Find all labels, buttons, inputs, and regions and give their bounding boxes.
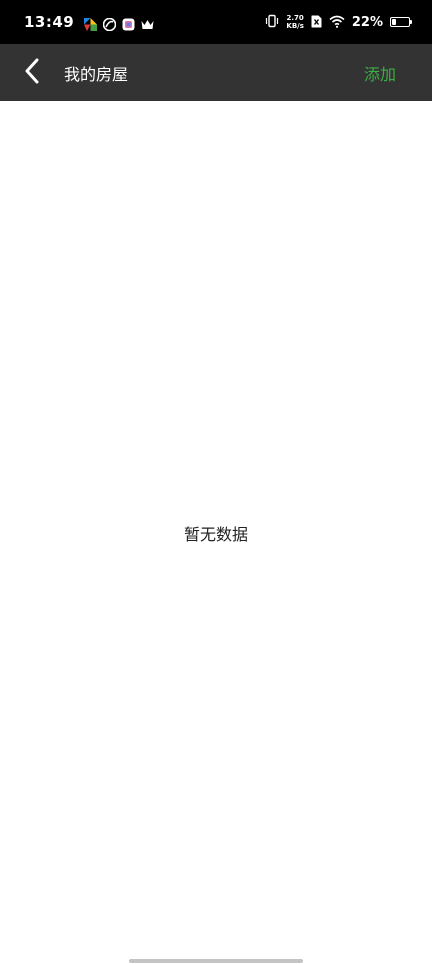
net-speed-unit: KB/s [286, 22, 304, 30]
app-badge-icon [122, 16, 135, 30]
battery-percent: 22% [351, 14, 383, 30]
app-bar: 我的房屋 添加 [0, 44, 432, 101]
no-sim-icon [311, 13, 322, 32]
battery-fill [392, 19, 396, 25]
status-bar: 13:49 2.70 KB/s 22% [0, 0, 432, 44]
add-button[interactable]: 添加 [364, 61, 396, 85]
vibrate-icon [265, 13, 279, 32]
back-button[interactable] [4, 44, 60, 101]
wifi-icon [329, 13, 345, 32]
network-speed: 2.70 KB/s [286, 14, 303, 30]
swirl-icon [102, 16, 117, 31]
crown-icon [141, 16, 154, 29]
status-time: 13:49 [24, 13, 75, 31]
status-right: 2.70 KB/s 22% [265, 13, 412, 32]
back-arrow-icon [24, 58, 40, 88]
net-speed-value: 2.70 [286, 14, 304, 22]
home-indicator[interactable] [129, 959, 303, 963]
tangram-icon [84, 16, 98, 31]
status-left: 13:49 [24, 13, 154, 31]
house-list: 暂无数据 [0, 101, 432, 964]
battery-icon [390, 17, 412, 27]
empty-state-message: 暂无数据 [183, 525, 248, 544]
page-title: 我的房屋 [64, 64, 129, 84]
